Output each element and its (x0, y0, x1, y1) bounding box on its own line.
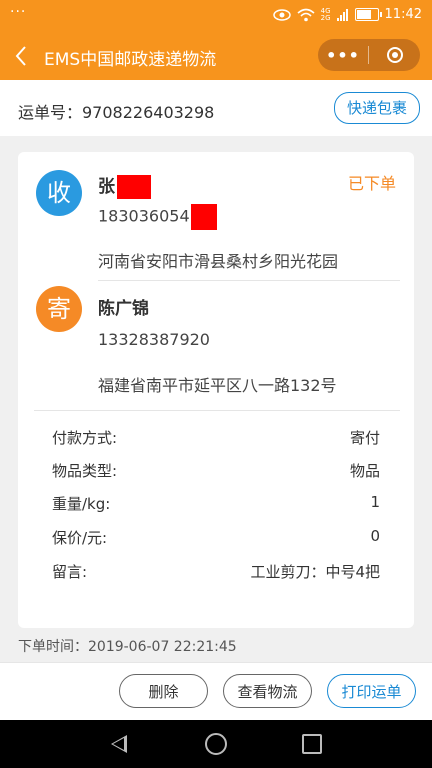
order-time: 下单时间：2019-06-07 22:21:45 (18, 639, 237, 655)
tracking-number: 运单号：9708226403298 (18, 103, 215, 122)
detail-row-weight: 重量/kg: 1 (52, 493, 380, 515)
receiver-phone: 183036054 (98, 204, 217, 230)
divider (98, 280, 400, 281)
receiver-address: 河南省安阳市滑县桑村乡阳光花园 (98, 252, 339, 271)
shipment-card: 收 张 已下单 183036054 河南省安阳市滑县桑村乡阳光花园 寄 陈广锦 … (18, 152, 414, 628)
receiver-icon: 收 (36, 170, 82, 216)
detail-value: 0 (370, 527, 380, 545)
back-triangle-icon[interactable] (111, 735, 127, 753)
signal-icon (336, 8, 348, 21)
detail-label: 留言: (52, 563, 88, 581)
print-waybill-button[interactable]: 打印运单 (327, 674, 416, 708)
wifi-icon (297, 8, 315, 21)
close-miniapp-button[interactable] (369, 47, 420, 63)
battery-icon (354, 8, 382, 21)
redaction-box (117, 175, 151, 199)
battery-level (356, 10, 371, 19)
redaction-box (190, 204, 217, 230)
receiver-name-text: 张 (98, 177, 115, 197)
eye-icon (272, 8, 291, 21)
more-dots-icon[interactable]: ••• (318, 46, 368, 65)
view-tracking-button[interactable]: 查看物流 (223, 674, 312, 708)
delete-button[interactable]: 删除 (119, 674, 208, 708)
notification-dots: ··· (10, 4, 27, 20)
receiver-name: 张 (98, 172, 151, 199)
clock: 11:42 (384, 7, 422, 22)
detail-row-message: 留言: 工业剪刀：中号4把 (52, 561, 380, 583)
receiver-phone-text: 183036054 (98, 206, 190, 226)
status-icons: 4G 2G 11:42 (272, 7, 422, 22)
detail-label: 保价/元: (52, 529, 108, 547)
home-circle-icon[interactable] (205, 733, 227, 755)
package-type-button[interactable]: 快递包裹 (333, 92, 420, 124)
sender-phone: 13328387920 (98, 330, 210, 349)
detail-value: 工业剪刀：中号4把 (250, 563, 380, 581)
detail-row-payment: 付款方式: 寄付 (52, 427, 380, 449)
target-icon (386, 47, 403, 63)
tracking-row: 运单号：9708226403298 快递包裹 (0, 80, 432, 136)
system-nav-bar (0, 720, 432, 768)
network-type: 4G 2G (320, 7, 331, 22)
sender-icon: 寄 (36, 286, 82, 332)
detail-label: 重量/kg: (52, 495, 111, 513)
status-bar: ··· 4G 2G 11:42 (0, 0, 432, 32)
divider (34, 410, 400, 411)
sender-name: 陈广锦 (98, 299, 149, 319)
detail-label: 物品类型: (52, 462, 118, 480)
network-type-bottom: 2G (320, 13, 331, 22)
detail-label: 付款方式: (52, 429, 118, 447)
recent-apps-icon[interactable] (302, 734, 322, 754)
miniapp-capsule: ••• (318, 39, 420, 71)
detail-value: 物品 (349, 462, 380, 480)
action-bar: 删除 查看物流 打印运单 (0, 662, 432, 720)
detail-row-item-type: 物品类型: 物品 (52, 460, 380, 482)
sender-address: 福建省南平市延平区八一路132号 (98, 376, 337, 395)
page-title: EMS中国邮政速递物流 (44, 50, 217, 70)
detail-value: 寄付 (349, 429, 380, 447)
detail-row-insurance: 保价/元: 0 (52, 527, 380, 549)
order-status: 已下单 (347, 174, 396, 193)
nav-bar: EMS中国邮政速递物流 ••• (0, 32, 432, 80)
detail-value: 1 (370, 493, 380, 511)
chevron-left-icon[interactable] (14, 43, 28, 69)
